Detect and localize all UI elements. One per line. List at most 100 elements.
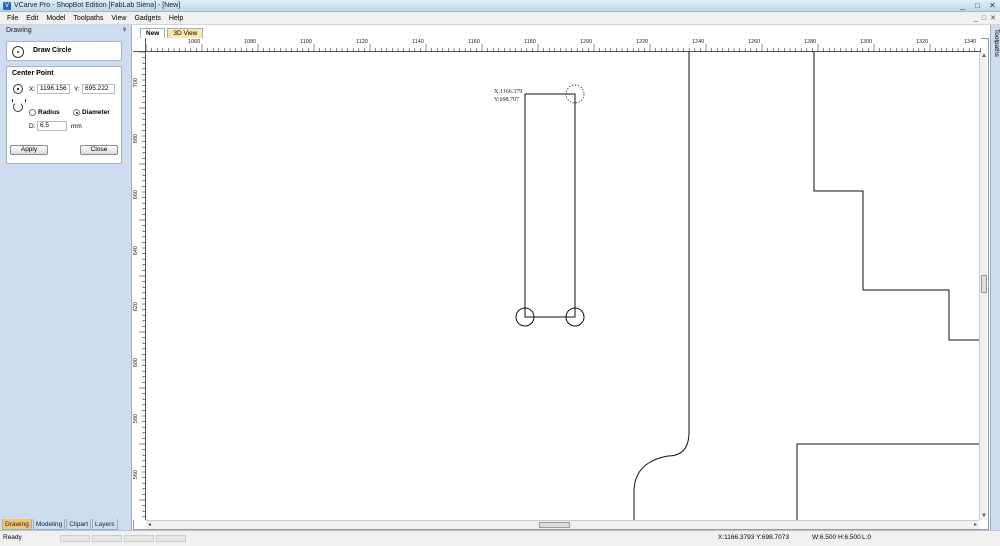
diameter-field[interactable]: 6.5 [37, 121, 67, 131]
pin-icon[interactable]: ᵠ [123, 25, 126, 37]
close-button[interactable]: Close [80, 145, 118, 155]
horizontal-scrollbar[interactable]: ◂ ▸ [146, 520, 979, 529]
tool-title: Draw Circle [33, 47, 72, 54]
tab-layers[interactable]: Layers [92, 519, 118, 530]
selection-height: H:6.500 [838, 534, 861, 541]
ruler-label: 700 [133, 78, 139, 88]
corner-outline [796, 443, 981, 520]
y-label: Y: [74, 86, 80, 93]
document-tabs: New 3D View [140, 28, 204, 38]
cursor-coordinates: X:1166.3793 Y:698.7073 [718, 534, 789, 541]
diameter-radio[interactable] [73, 109, 80, 116]
ruler-label: 1260 [748, 39, 761, 45]
ruler-label: 1160 [468, 39, 480, 45]
status-progress [60, 535, 186, 542]
ruler-label: 560 [133, 470, 139, 480]
left-ruler-ticks [139, 52, 146, 518]
ruler-label: 1060 [188, 39, 201, 45]
rectangle-shape [524, 93, 576, 318]
ruler-label: 660 [133, 190, 139, 200]
ruler-label: 1120 [356, 39, 368, 45]
window-title: VCarve Pro - ShopBot Edition [FabLab Sie… [14, 2, 181, 9]
doc-restore-button[interactable]: □ [982, 12, 986, 25]
ruler-label: 680 [133, 134, 139, 144]
status-bar: Ready X:1166.3793 Y:698.7073 W:6.500 H:6… [0, 530, 1000, 546]
app-icon: V [3, 2, 11, 10]
panel-title: Drawing [6, 27, 32, 34]
status-text: Ready [3, 534, 22, 541]
horizontal-scroll-thumb[interactable] [539, 522, 570, 528]
ruler-label: 1180 [524, 39, 536, 45]
menu-help[interactable]: Help [165, 12, 187, 25]
vertical-scrollbar[interactable]: ▲ ▼ [979, 52, 987, 520]
apply-button[interactable]: Apply [10, 145, 48, 155]
ruler-label: 1320 [916, 39, 929, 45]
ruler-label: 1100 [300, 39, 312, 45]
x-label: X: [29, 86, 36, 93]
maximize-button[interactable]: □ [973, 0, 982, 12]
cursor-x-readout: X:1166.379 [494, 89, 522, 95]
ruler-label: 1340 [964, 39, 977, 45]
ruler-label: 1200 [580, 39, 593, 45]
tab-new[interactable]: New [140, 28, 166, 38]
ruler-label: 640 [133, 246, 139, 256]
selection-width: W:6.500 [812, 534, 837, 541]
menu-gadgets[interactable]: Gadgets [130, 12, 164, 25]
menu-file[interactable]: File [3, 12, 22, 25]
panel-tabs: Drawing Modeling Clipart Layers [0, 519, 132, 530]
top-ruler: 1060 1080 1100 1120 1140 1160 1180 1200 … [146, 38, 981, 52]
center-point-icon [13, 84, 23, 94]
ruler-label: 600 [133, 358, 139, 368]
tab-clipart[interactable]: Clipart [66, 519, 92, 530]
menu-view[interactable]: View [107, 12, 130, 25]
scroll-down-icon[interactable]: ▼ [981, 512, 987, 520]
ruler-label: 620 [133, 302, 139, 312]
scroll-right-icon[interactable]: ▸ [974, 521, 977, 529]
title-bar: V VCarve Pro - ShopBot Edition [FabLab S… [0, 0, 1000, 12]
drawing-panel: Drawing ᵠ Draw Circle Center Point X: 11… [0, 25, 132, 530]
menu-bar: File Edit Model Toolpaths View Gadgets H… [0, 12, 1000, 25]
doc-close-button[interactable]: ✕ [990, 12, 996, 25]
diameter-label: Diameter [82, 109, 110, 116]
profile-curve [633, 52, 690, 520]
minimize-button[interactable]: _ [958, 0, 967, 12]
left-ruler: 700 680 660 640 620 600 580 560 [133, 52, 146, 520]
toolpaths-tab-label: Toolpaths [993, 29, 1000, 57]
center-y-field[interactable]: 695.222 [82, 84, 115, 94]
unit-label: mm [71, 123, 82, 130]
selection-layer: L:0 [862, 534, 872, 541]
close-window-button[interactable]: ✕ [988, 0, 997, 12]
drawing-canvas[interactable]: X:1166.379 Y:698.707 [146, 52, 981, 520]
doc-minimize-button[interactable]: _ [974, 12, 978, 25]
menu-model[interactable]: Model [42, 12, 69, 25]
ruler-label: 1080 [244, 39, 257, 45]
scroll-up-icon[interactable]: ▲ [981, 52, 987, 60]
center-x-field[interactable]: 1196.156 [37, 84, 70, 94]
ruler-label: 1240 [692, 39, 705, 45]
tab-modeling[interactable]: Modeling [32, 519, 66, 530]
radius-radio[interactable] [29, 109, 36, 116]
ruler-label: 1220 [636, 39, 649, 45]
panel-header: Drawing ᵠ [0, 25, 131, 37]
circle-size-icon [12, 99, 26, 112]
center-point-heading: Center Point [12, 70, 54, 77]
cursor-y-readout: Y:698.707 [494, 97, 519, 103]
menu-edit[interactable]: Edit [22, 12, 42, 25]
menu-toolpaths[interactable]: Toolpaths [69, 12, 107, 25]
ruler-label: 1300 [860, 39, 873, 45]
ruler-label: 1280 [804, 39, 817, 45]
ruler-corner [133, 38, 146, 52]
toolpaths-side-tab[interactable]: Toolpaths [990, 25, 1000, 530]
tab-drawing[interactable]: Drawing [2, 519, 32, 530]
d-label: D: [29, 123, 36, 130]
scroll-left-icon[interactable]: ◂ [148, 521, 151, 529]
stepped-outline [813, 52, 981, 341]
tab-3d-view[interactable]: 3D View [167, 28, 204, 38]
tool-header: Draw Circle [6, 41, 122, 61]
drawing-geometry[interactable]: X:1166.379 Y:698.707 [146, 52, 981, 520]
ruler-label: 580 [133, 414, 139, 424]
radius-label: Radius [38, 109, 60, 116]
top-ruler-ticks [146, 44, 981, 52]
vertical-scroll-thumb[interactable] [981, 275, 987, 293]
ruler-label: 1140 [412, 39, 424, 45]
